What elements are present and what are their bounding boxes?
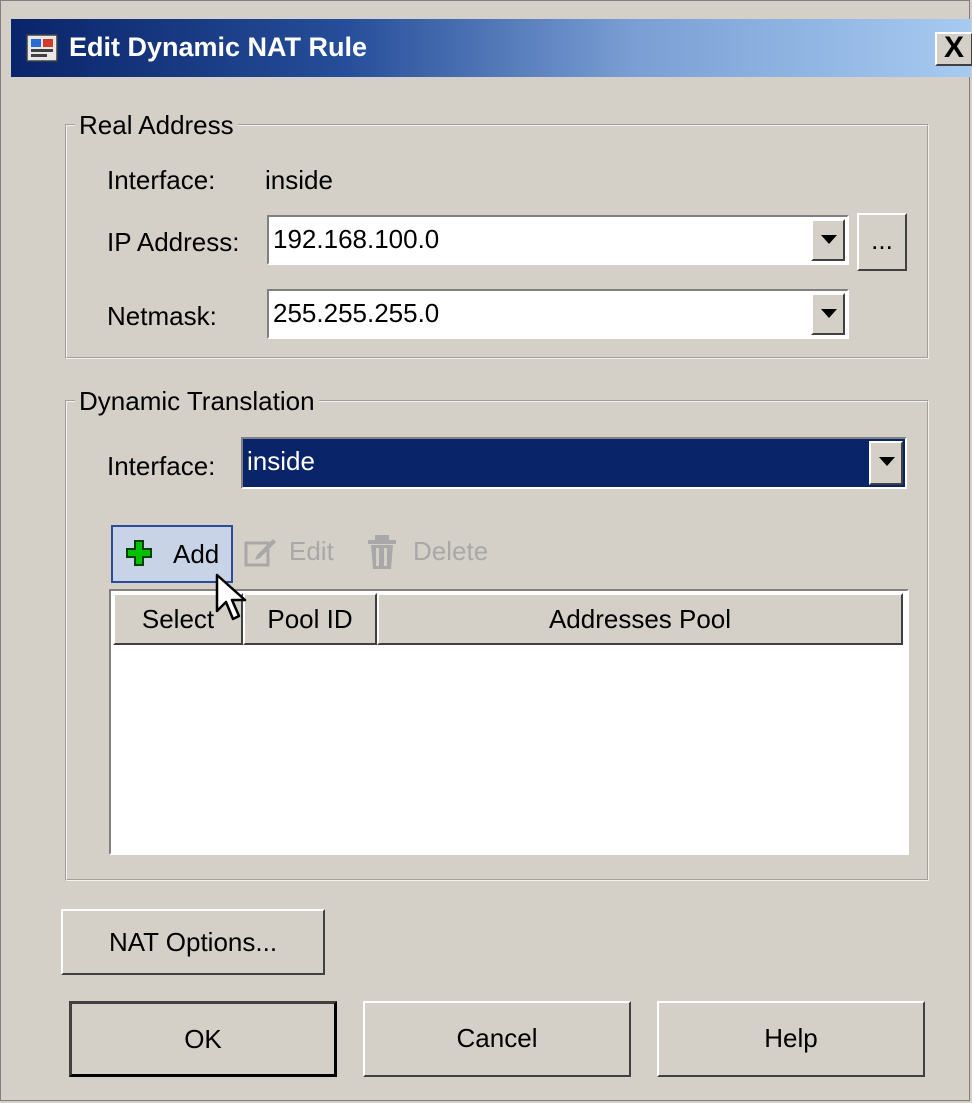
close-button[interactable]: X: [935, 32, 972, 66]
cancel-button[interactable]: Cancel: [363, 1001, 631, 1077]
translation-interface-value: inside: [247, 446, 315, 476]
netmask-combo[interactable]: 255.255.255.0: [267, 289, 849, 339]
ip-address-combo[interactable]: 192.168.100.0: [267, 215, 849, 265]
mouse-cursor-icon: [215, 573, 247, 621]
ok-button[interactable]: OK: [69, 1001, 337, 1077]
delete-label: Delete: [413, 536, 489, 566]
plus-icon: [126, 540, 152, 566]
translation-interface-label: Interface:: [107, 451, 216, 481]
ip-address-label: IP Address:: [107, 227, 240, 257]
chevron-down-icon: [821, 235, 837, 244]
chevron-down-icon: [821, 309, 837, 318]
real-interface-label: Interface:: [107, 165, 216, 195]
help-button[interactable]: Help: [657, 1001, 925, 1077]
ok-label: OK: [184, 1024, 222, 1054]
netmask-value: 255.255.255.0: [273, 298, 440, 328]
address-pool-table[interactable]: Select Pool ID Addresses Pool: [109, 589, 909, 855]
close-icon: X: [943, 31, 964, 64]
translation-interface-combo[interactable]: inside: [241, 437, 907, 489]
ip-address-value: 192.168.100.0: [273, 224, 440, 254]
real-interface-value: inside: [265, 165, 333, 195]
chevron-down-icon: [879, 457, 895, 466]
nat-options-label: NAT Options...: [108, 927, 278, 957]
edit-dynamic-nat-rule-dialog: Edit Dynamic NAT Rule X Real Address Int…: [0, 0, 972, 1101]
column-header-addresses-pool[interactable]: Addresses Pool: [377, 593, 903, 645]
help-label: Help: [764, 1023, 818, 1053]
cancel-label: Cancel: [456, 1023, 538, 1053]
real-address-legend: Real Address: [79, 110, 234, 140]
browse-ip-button[interactable]: ...: [857, 213, 907, 271]
ip-address-dropdown-button[interactable]: [811, 219, 845, 261]
dialog-title: Edit Dynamic NAT Rule: [69, 32, 368, 62]
dynamic-translation-legend: Dynamic Translation: [79, 386, 315, 416]
app-icon: [26, 34, 58, 62]
edit-label: Edit: [289, 536, 334, 566]
add-label: Add: [173, 539, 220, 569]
column-header-pool-id[interactable]: Pool ID: [243, 593, 377, 645]
netmask-dropdown-button[interactable]: [811, 293, 845, 335]
edit-icon: [244, 539, 276, 567]
nat-options-button[interactable]: NAT Options...: [61, 909, 325, 975]
browse-ellipsis: ...: [871, 225, 893, 255]
title-bar[interactable]: Edit Dynamic NAT Rule X: [11, 19, 972, 77]
trash-icon: [368, 535, 396, 569]
netmask-label: Netmask:: [107, 301, 217, 331]
translation-interface-dropdown-button[interactable]: [869, 441, 903, 485]
